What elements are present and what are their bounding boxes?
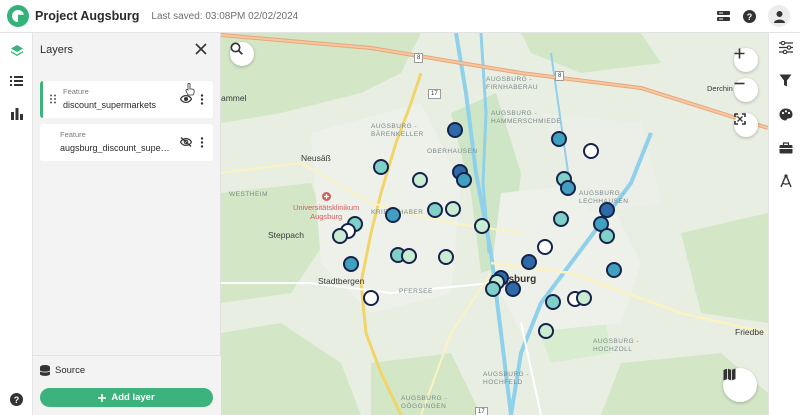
data-icon[interactable] [716,9,730,23]
add-layer-button[interactable]: Add layer [40,388,213,407]
supermarket-marker[interactable] [412,172,428,188]
settings-sliders-icon [778,41,793,54]
supermarket-marker[interactable] [363,290,379,306]
project-title[interactable]: Project Augsburg [35,9,139,23]
supermarket-marker[interactable] [505,281,521,297]
supermarket-marker[interactable] [599,202,615,218]
supermarket-marker[interactable] [456,172,472,188]
database-icon [40,365,50,376]
supermarket-marker[interactable] [521,254,537,270]
more-options-icon[interactable] [200,137,204,148]
more-options-icon[interactable] [200,94,204,105]
help-icon: ? [10,393,23,406]
supermarket-marker[interactable] [343,256,359,272]
map-search-button[interactable] [230,42,254,66]
settings-button[interactable] [778,40,793,55]
layer-name: discount_supermarkets [63,100,157,110]
layers-nav-button[interactable] [7,41,26,60]
style-button[interactable] [778,107,793,122]
add-layer-label: Add layer [111,392,155,403]
chart-icon [10,107,23,120]
layer-card-discount-supermarkets[interactable]: Feature discount_supermarkets [40,81,213,118]
supermarket-marker[interactable] [553,211,569,227]
supermarket-marker[interactable] [485,281,501,297]
list-icon [10,75,23,86]
left-rail: ? [0,33,33,415]
supermarket-marker[interactable] [438,249,454,265]
map-canvas[interactable]: 8 8 17 17 ammel Neusäß WESTHEIM Universi… [221,33,768,415]
analysis-button[interactable] [778,173,793,188]
svg-text:?: ? [746,12,752,22]
source-row[interactable]: Source [40,365,85,376]
supermarket-marker[interactable] [583,143,599,159]
layers-panel-footer: Source Add layer [33,355,221,415]
chart-nav-button[interactable] [7,104,26,123]
marker-layer [332,122,622,339]
source-label: Source [55,365,86,376]
plus-icon [98,393,107,402]
svg-text:?: ? [14,395,20,405]
toolbox-button[interactable] [778,140,793,155]
user-icon [773,10,785,23]
supermarket-marker[interactable] [560,180,576,196]
zoom-out-icon [734,82,745,85]
close-icon[interactable] [195,42,209,56]
right-rail [768,33,800,415]
basemap-icon [723,368,736,381]
user-avatar[interactable] [768,5,790,27]
fit-bounds-button[interactable] [734,113,758,137]
supermarket-marker[interactable] [332,228,348,244]
basemap-button[interactable] [723,368,757,402]
zoom-in-button[interactable] [734,48,758,72]
layer-type-label: Feature [60,130,86,139]
supermarket-marker[interactable] [537,239,553,255]
supermarket-marker[interactable] [545,294,561,310]
help-button[interactable]: ? [7,390,26,409]
analysis-icon [779,173,792,187]
supermarket-marker[interactable] [445,201,461,217]
zoom-out-button[interactable] [734,78,758,102]
supermarket-marker[interactable] [576,290,592,306]
supermarket-marker[interactable] [551,131,567,147]
supermarket-marker[interactable] [538,323,554,339]
help-icon[interactable]: ? [742,9,756,23]
supermarket-marker[interactable] [373,159,389,175]
layers-panel-title: Layers [33,33,220,66]
search-icon [230,42,243,55]
top-bar: Project Augsburg Last saved: 03:08PM 02/… [0,0,800,33]
fit-bounds-icon [734,113,746,125]
filter-button[interactable] [778,73,793,88]
supermarket-marker[interactable] [474,218,490,234]
layers-panel: Layers Feature discount_supermarkets Fea… [33,33,221,415]
layers-icon [10,44,23,56]
last-saved-text: Last saved: 03:08PM 02/02/2024 [151,10,299,22]
layer-name: augsburg_discount_supermarkets [60,143,172,153]
layer-type-label: Feature [63,87,89,96]
supermarket-marker[interactable] [385,207,401,223]
supermarket-marker[interactable] [401,248,417,264]
filter-icon [779,74,792,87]
supermarket-marker[interactable] [606,262,622,278]
toolbox-icon [779,141,792,153]
hand-cursor-icon [185,83,195,96]
layer-card-augsburg-discount-supermarkets[interactable]: Feature augsburg_discount_supermarkets [40,124,213,161]
list-nav-button[interactable] [7,71,26,90]
supermarket-marker[interactable] [427,202,443,218]
palette-icon [779,108,792,121]
zoom-in-icon [734,48,745,59]
app-logo[interactable] [7,5,29,27]
drag-handle-icon[interactable] [49,94,57,104]
eye-off-icon[interactable] [180,137,192,147]
supermarket-marker[interactable] [599,228,615,244]
supermarket-marker[interactable] [447,122,463,138]
